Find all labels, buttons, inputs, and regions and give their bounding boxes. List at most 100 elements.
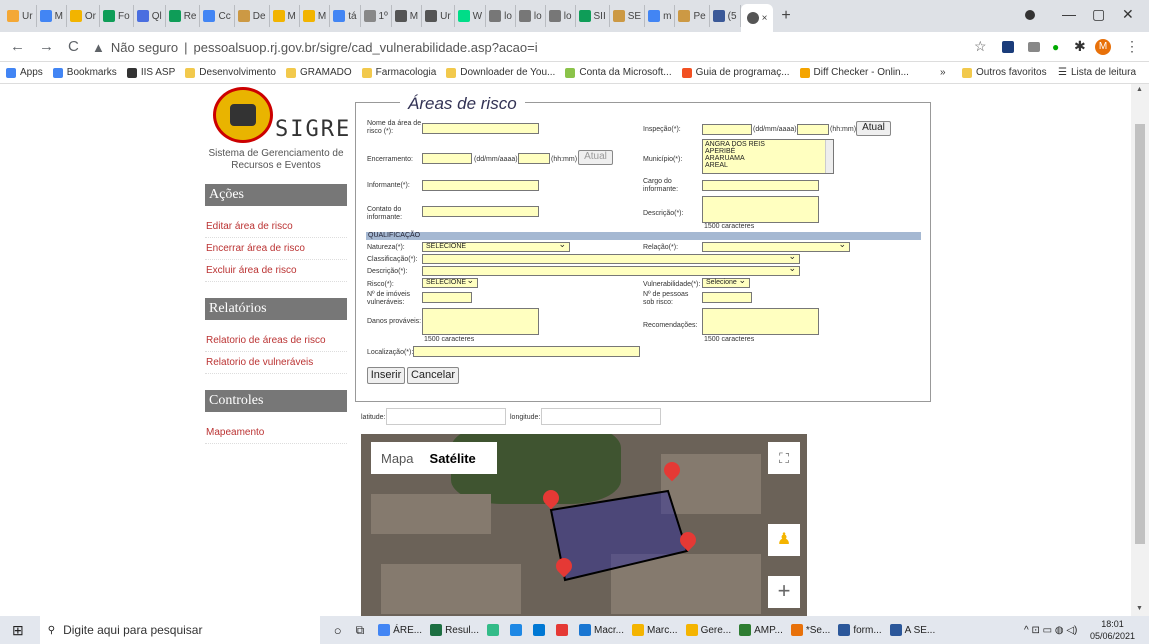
media-icon[interactable]	[1025, 10, 1035, 20]
browser-tab[interactable]: lo	[546, 5, 576, 27]
browser-tab[interactable]: lo	[516, 5, 546, 27]
extension-icon[interactable]	[1002, 41, 1014, 53]
map-type-map-button[interactable]: Mapa	[371, 451, 424, 466]
bookmark-item[interactable]: Downloader de You...	[446, 67, 555, 78]
encerramento-time-input[interactable]	[518, 153, 550, 164]
browser-tab[interactable]: Fo	[100, 5, 134, 27]
taskbar-app[interactable]: form...	[838, 624, 882, 636]
sidebar-menu-link[interactable]: Mapeamento	[205, 422, 347, 444]
localizacao-input[interactable]	[413, 346, 640, 357]
taskbar-app[interactable]	[486, 624, 502, 636]
browser-tab[interactable]: m	[645, 5, 676, 27]
browser-tab[interactable]: SE	[610, 5, 646, 27]
task-view-icon[interactable]: ⧉	[356, 623, 365, 638]
relacao-select[interactable]	[702, 240, 850, 252]
puzzle-icon[interactable]: ✱	[1074, 38, 1086, 55]
browser-tab[interactable]: M	[392, 5, 423, 27]
url-text[interactable]: pessoalsuop.rj.gov.br/sigre/cad_vulnerab…	[193, 40, 537, 55]
reading-list[interactable]: ☰ Lista de leitura	[1058, 67, 1136, 78]
cancelar-button[interactable]: Cancelar	[407, 367, 459, 384]
menu-icon[interactable]: ⋮	[1125, 38, 1139, 55]
map-marker-icon[interactable]	[664, 462, 680, 486]
taskbar-app[interactable]: ÁRE...	[378, 624, 422, 636]
browser-tab[interactable]: De	[235, 5, 270, 27]
url-box[interactable]: ▲ Não seguro | pessoalsuop.rj.gov.br/sig…	[92, 36, 942, 58]
imoveis-input[interactable]	[422, 292, 472, 303]
municipio-listbox[interactable]: ANGRA DOS REIS APERIBÉ ARARUAMA AREAL	[702, 139, 834, 174]
taskbar-app[interactable]	[555, 624, 571, 636]
scroll-up-icon[interactable]: ▲	[1136, 86, 1143, 93]
zoom-in-button[interactable]: +	[768, 576, 800, 608]
bookmark-item[interactable]: Guia de programaç...	[681, 67, 790, 78]
close-window-button[interactable]: ✕	[1122, 6, 1134, 23]
taskbar-app[interactable]: Marc...	[632, 624, 678, 636]
pin-extension-icon[interactable]: ●	[1052, 40, 1059, 54]
latitude-input[interactable]	[386, 408, 506, 425]
map-marker-icon[interactable]	[556, 558, 572, 582]
extension-icon[interactable]	[1028, 42, 1040, 52]
browser-tab[interactable]: Re	[166, 5, 201, 27]
page-scrollbar[interactable]: ▲ ▼	[1131, 84, 1149, 616]
map-type-satellite-button[interactable]: Satélite	[424, 451, 482, 466]
sidebar-menu-link[interactable]: Relatorio de áreas de risco	[205, 330, 347, 352]
contato-input[interactable]	[422, 206, 539, 217]
informante-input[interactable]	[422, 180, 539, 191]
close-tab-button[interactable]: ×	[762, 13, 768, 24]
map-marker-icon[interactable]	[680, 532, 696, 556]
recomendacoes-textarea[interactable]	[702, 308, 819, 335]
forward-button[interactable]: →	[39, 38, 54, 55]
bookmark-item[interactable]: Desenvolvimento	[185, 67, 276, 78]
star-icon[interactable]: ☆	[974, 38, 987, 55]
browser-tab[interactable]: lo	[486, 5, 516, 27]
fullscreen-button[interactable]: ⛶	[768, 442, 800, 474]
inspecao-date-input[interactable]	[702, 124, 752, 135]
browser-tab[interactable]: Cc	[200, 5, 235, 27]
maximize-button[interactable]: ▢	[1092, 6, 1105, 23]
sidebar-menu-link[interactable]: Editar área de risco	[205, 216, 347, 238]
windows-start-icon[interactable]: ⊞	[12, 622, 24, 639]
browser-tab[interactable]: Ur	[422, 5, 455, 27]
sidebar-menu-link[interactable]: Relatorio de vulneráveis	[205, 352, 347, 374]
other-favorites[interactable]: Outros favoritos	[962, 67, 1047, 78]
back-button[interactable]: ←	[10, 38, 25, 55]
browser-tab[interactable]: Ur	[4, 5, 37, 27]
descricao-textarea[interactable]	[702, 196, 819, 223]
browser-tab[interactable]: M	[37, 5, 67, 27]
inspecao-time-input[interactable]	[797, 124, 829, 135]
browser-tab[interactable]: 1º	[361, 5, 392, 27]
street-view-pegman-icon[interactable]: ♟	[768, 524, 800, 556]
pessoas-input[interactable]	[702, 292, 752, 303]
encerramento-date-input[interactable]	[422, 153, 472, 164]
active-tab[interactable]: ×	[740, 4, 774, 32]
municipio-option[interactable]: APERIBÉ	[705, 148, 831, 155]
municipio-option[interactable]: ANGRA DOS REIS	[705, 141, 831, 148]
bookmark-item[interactable]: IIS ASP	[126, 67, 175, 78]
classificacao-select[interactable]	[422, 252, 800, 264]
natureza-select[interactable]: SELECIONE	[422, 240, 570, 252]
municipio-option[interactable]: ARARUAMA	[705, 155, 831, 162]
taskbar-search[interactable]: ⚲ Digite aqui para pesquisar	[39, 616, 320, 644]
scroll-down-icon[interactable]: ▼	[1136, 605, 1143, 612]
atual-button-disabled[interactable]: Atual	[578, 150, 613, 165]
bookmark-item[interactable]: Apps	[6, 67, 43, 78]
bookmark-item[interactable]: GRAMADO	[286, 67, 352, 78]
bookmarks-more[interactable]: »	[940, 67, 946, 78]
municipio-option[interactable]: AREAL	[705, 162, 831, 169]
cargo-input[interactable]	[702, 180, 819, 191]
taskbar-app[interactable]: Resul...	[430, 624, 479, 636]
danos-textarea[interactable]	[422, 308, 539, 335]
scrollbar-thumb[interactable]	[1135, 124, 1145, 544]
vulnerabilidade-select[interactable]: Selecione	[702, 276, 750, 288]
browser-tab[interactable]: tá	[330, 5, 361, 27]
minimize-button[interactable]: —	[1062, 6, 1076, 22]
cortana-icon[interactable]: ○	[334, 623, 342, 638]
inserir-button[interactable]: Inserir	[367, 367, 405, 384]
longitude-input[interactable]	[541, 408, 661, 425]
listbox-scrollbar[interactable]	[825, 140, 833, 173]
bookmark-item[interactable]: Conta da Microsoft...	[565, 67, 672, 78]
map-marker-icon[interactable]	[543, 490, 559, 514]
browser-tab[interactable]: Or	[67, 5, 101, 27]
browser-tab[interactable]: M	[300, 5, 331, 27]
taskbar-app[interactable]	[532, 624, 548, 636]
taskbar-app[interactable]: A SE...	[889, 624, 935, 636]
